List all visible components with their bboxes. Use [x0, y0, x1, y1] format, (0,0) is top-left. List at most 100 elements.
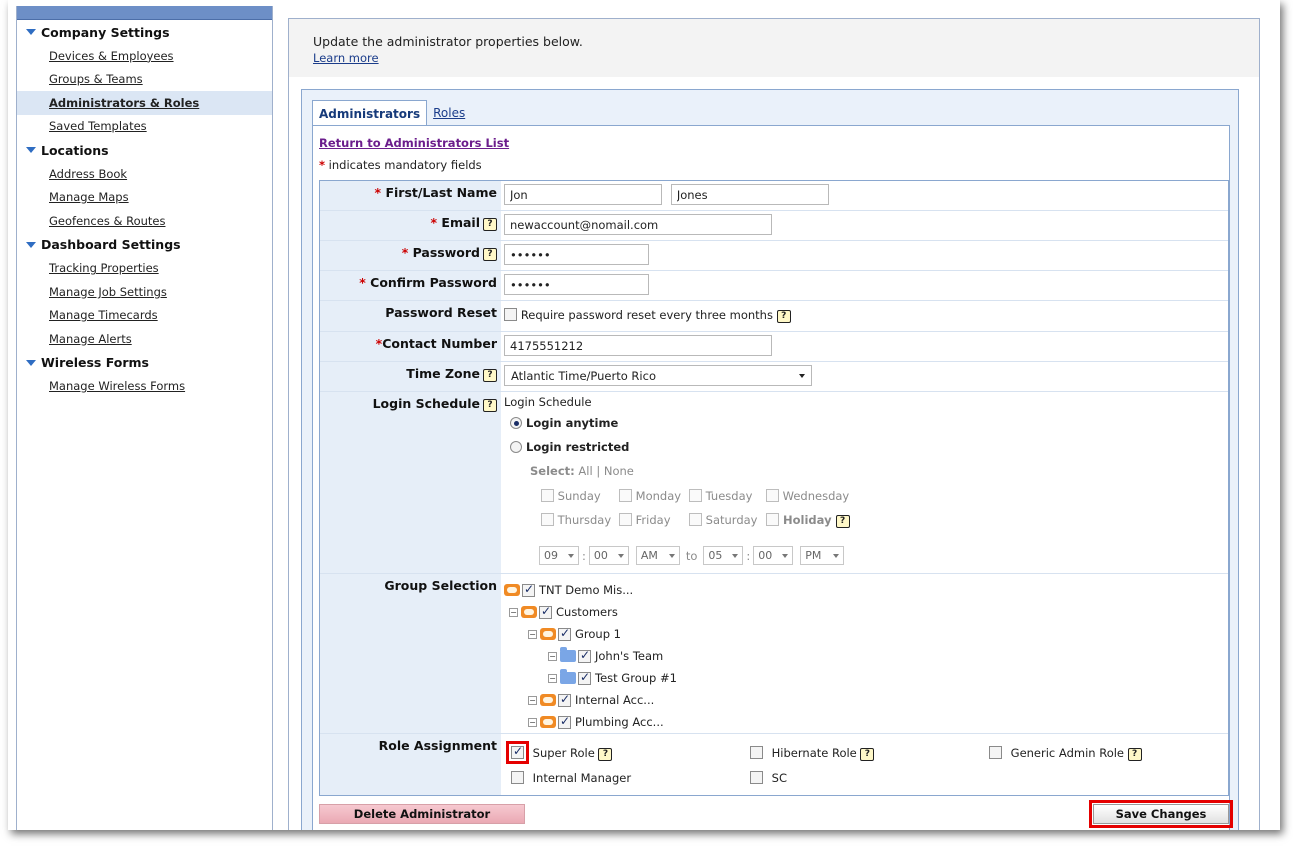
required-asterisk: * [319, 158, 326, 172]
help-icon[interactable]: ? [483, 218, 497, 231]
tab-administrators[interactable]: Administrators [312, 100, 428, 126]
group-checkbox[interactable] [558, 626, 571, 641]
mandatory-note-text: indicates mandatory fields [328, 158, 482, 172]
login-restricted-radio[interactable] [510, 441, 522, 453]
first-name-input[interactable] [504, 184, 662, 205]
select-all-link[interactable]: All [578, 464, 592, 478]
role-super[interactable]: Super Role ? [506, 741, 613, 764]
time-zone-label: Time Zone? [320, 362, 501, 391]
day-monday[interactable]: Monday [619, 489, 681, 503]
day-sunday[interactable]: Sunday [541, 489, 601, 503]
tree-node-internal-acc[interactable]: − Internal Acc... [504, 689, 1228, 711]
expand-icon[interactable]: − [528, 695, 537, 705]
role-generic-admin[interactable]: Generic Admin Role ? [989, 746, 1142, 761]
main-content: Update the administrator properties belo… [288, 18, 1260, 830]
help-icon[interactable]: ? [598, 748, 613, 761]
contact-number-field[interactable] [504, 335, 772, 356]
select-none-link[interactable]: None [604, 464, 634, 478]
group-checkbox[interactable] [558, 692, 571, 707]
delete-administrator-button[interactable]: Delete Administrator [319, 804, 525, 824]
super-role-checkbox[interactable] [506, 741, 529, 764]
tree-node-tnt-demo[interactable]: TNT Demo Mis... [504, 579, 1228, 601]
sidebar-item-saved-templates[interactable]: Saved Templates [17, 115, 272, 139]
email-field[interactable] [504, 214, 772, 235]
sidebar-section-wireless-forms[interactable]: Wireless Forms [17, 351, 272, 375]
sc-role-checkbox[interactable] [750, 771, 763, 784]
expand-icon[interactable]: − [528, 717, 537, 727]
sidebar-item-manage-timecards[interactable]: Manage Timecards [17, 304, 272, 328]
login-anytime-option[interactable]: Login anytime [504, 416, 1228, 440]
sidebar-item-manage-wireless-forms[interactable]: Manage Wireless Forms [17, 375, 272, 399]
day-holiday[interactable]: Holiday ? [766, 513, 850, 528]
to-ampm-select[interactable]: PM [800, 546, 845, 565]
hibernate-role-checkbox[interactable] [750, 746, 763, 759]
to-minute-select[interactable]: 00 [753, 546, 794, 565]
group-checkbox[interactable] [558, 714, 571, 729]
sidebar-item-manage-maps[interactable]: Manage Maps [17, 186, 272, 210]
group-checkbox[interactable] [539, 604, 552, 619]
sidebar-item-manage-job-settings[interactable]: Manage Job Settings [17, 280, 272, 304]
tree-node-plumbing-acc[interactable]: − Plumbing Acc... [504, 711, 1228, 733]
learn-more-link[interactable]: Learn more [313, 51, 1259, 65]
group-checkbox[interactable] [578, 648, 591, 663]
expand-icon[interactable]: − [548, 673, 557, 683]
sidebar-item-manage-alerts[interactable]: Manage Alerts [17, 327, 272, 351]
from-ampm-select[interactable]: AM [635, 546, 680, 565]
section-title: Company Settings [41, 24, 170, 40]
tree-node-johns-team[interactable]: − John's Team [504, 645, 1228, 667]
sidebar-item-devices-employees[interactable]: Devices & Employees [17, 44, 272, 68]
sidebar-item-tracking-properties[interactable]: Tracking Properties [17, 257, 272, 281]
return-to-list-link[interactable]: Return to Administrators List [319, 136, 509, 150]
help-icon[interactable]: ? [860, 748, 875, 761]
generic-admin-role-checkbox[interactable] [989, 746, 1002, 759]
collapse-icon[interactable]: − [509, 607, 518, 617]
group-checkbox[interactable] [522, 582, 535, 597]
password-reset-checkbox[interactable] [504, 308, 517, 321]
tree-node-customers[interactable]: − Customers [504, 601, 1228, 623]
sidebar-item-administrators-roles[interactable]: Administrators & Roles [17, 91, 272, 115]
login-schedule-label: Login Schedule? [320, 392, 501, 573]
sidebar-section-company-settings[interactable]: Company Settings [17, 20, 272, 44]
login-restricted-option[interactable]: Login restricted [504, 440, 1228, 464]
sidebar-section-locations[interactable]: Locations [17, 138, 272, 162]
form-actions: Delete Administrator Save Changes [319, 800, 1233, 828]
internal-manager-checkbox[interactable] [511, 771, 524, 784]
tree-node-group-1[interactable]: − Group 1 [504, 623, 1228, 645]
tree-node-test-group-1[interactable]: − Test Group #1 [504, 667, 1228, 689]
to-hour-select[interactable]: 05 [703, 546, 744, 565]
group-checkbox[interactable] [578, 670, 591, 685]
expand-icon[interactable]: − [548, 651, 557, 661]
password-field[interactable] [504, 244, 649, 265]
help-icon[interactable]: ? [776, 310, 791, 323]
day-saturday[interactable]: Saturday [689, 513, 757, 527]
sidebar-header-bar [17, 6, 272, 20]
role-hibernate[interactable]: Hibernate Role ? [750, 746, 875, 761]
save-changes-button[interactable]: Save Changes [1089, 800, 1233, 828]
confirm-password-label: * Confirm Password [320, 271, 501, 300]
day-tuesday[interactable]: Tuesday [689, 489, 752, 503]
time-zone-select[interactable]: Atlantic Time/Puerto Rico [504, 365, 812, 386]
help-icon[interactable]: ? [483, 369, 497, 382]
last-name-input[interactable] [670, 184, 829, 205]
from-hour-select[interactable]: 09 [539, 546, 579, 565]
role-sc[interactable]: SC [750, 771, 787, 785]
contact-number-label: *Contact Number [320, 332, 501, 361]
from-minute-select[interactable]: 00 [588, 546, 629, 565]
help-icon[interactable]: ? [483, 399, 497, 412]
help-icon[interactable]: ? [835, 515, 850, 528]
collapse-icon[interactable]: − [528, 629, 537, 639]
day-friday[interactable]: Friday [619, 513, 671, 527]
help-icon[interactable]: ? [483, 248, 497, 261]
password-label: * Password? [320, 241, 501, 270]
day-thursday[interactable]: Thursday [541, 513, 611, 527]
sidebar-item-groups-teams[interactable]: Groups & Teams [17, 68, 272, 92]
role-internal-manager[interactable]: Internal Manager [511, 771, 631, 785]
day-wednesday[interactable]: Wednesday [766, 489, 849, 503]
sidebar-item-geofences-routes[interactable]: Geofences & Routes [17, 209, 272, 233]
tab-roles[interactable]: Roles [427, 106, 473, 126]
login-anytime-radio[interactable] [510, 417, 522, 429]
confirm-password-field[interactable] [504, 274, 649, 295]
help-icon[interactable]: ? [1127, 748, 1142, 761]
sidebar-section-dashboard-settings[interactable]: Dashboard Settings [17, 233, 272, 257]
sidebar-item-address-book[interactable]: Address Book [17, 162, 272, 186]
